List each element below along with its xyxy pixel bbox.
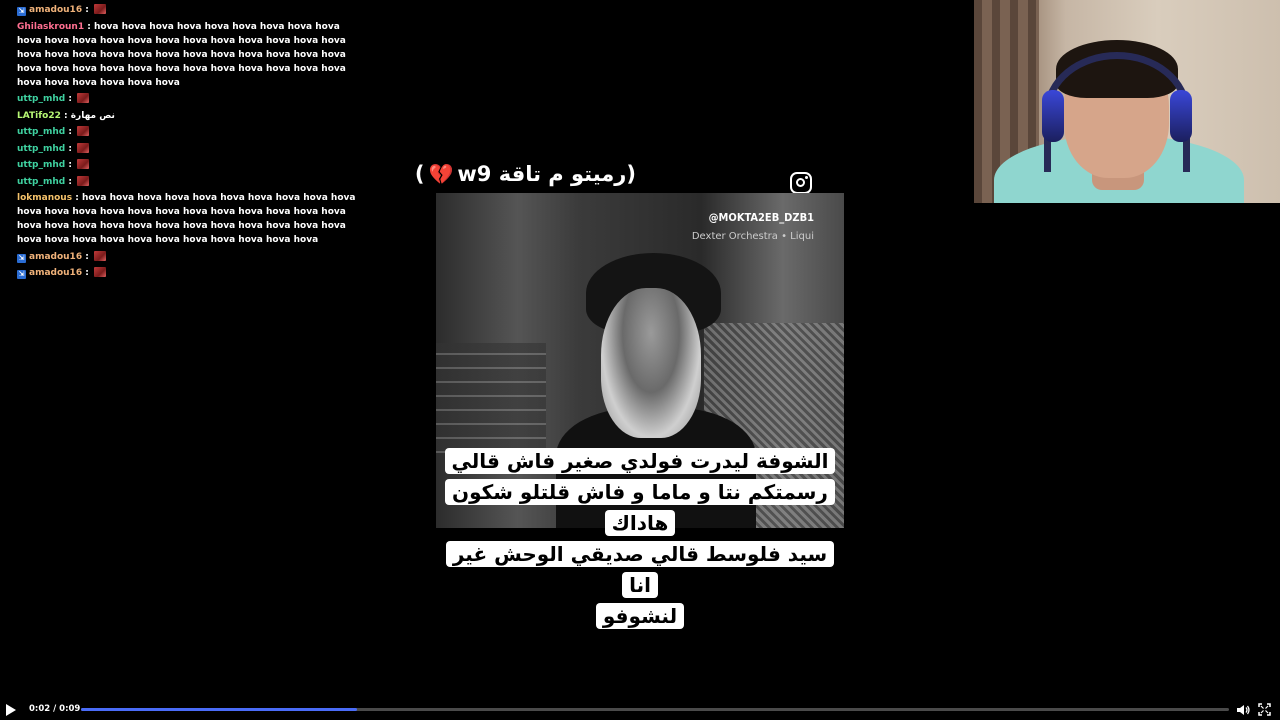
chat-username[interactable]: uttp_mhd — [17, 177, 65, 187]
subtitle-line: رسمتكم نتا و ماما و فاش قلتلو شكون هاداك — [436, 477, 844, 539]
chat-message: uttp_mhd : — [17, 175, 357, 189]
fullscreen-icon[interactable] — [1258, 703, 1271, 716]
emote-icon — [77, 142, 90, 153]
chat-username[interactable]: uttp_mhd — [17, 160, 65, 170]
caption-paren-close: ) — [414, 162, 425, 186]
chat-separator: : — [72, 193, 82, 203]
chat-message: ⇲ amadou16 : — [17, 266, 357, 280]
chat-separator: : — [65, 143, 76, 154]
chat-separator: : — [65, 160, 76, 170]
subtitle-line: الشوفة ليدرت فولدي صغير فاش قالي — [436, 446, 844, 477]
volume-icon[interactable] — [1236, 703, 1250, 717]
chat-username[interactable]: uttp_mhd — [17, 144, 65, 154]
chat-username[interactable]: lokmanous — [17, 193, 72, 203]
chat-username[interactable]: uttp_mhd — [17, 127, 65, 137]
caption-text: رميتو م تاقة w9 — [457, 162, 627, 186]
instagram-icon — [790, 172, 812, 194]
chat-message: ⇲ amadou16 : — [17, 3, 357, 17]
post-caption: ( رميتو م تاقة w9 💔 ) — [415, 158, 636, 190]
chat-username[interactable]: LATifo22 — [17, 111, 61, 121]
music-credit: Dexter Orchestra • Liqui — [691, 231, 814, 242]
progress-bar[interactable] — [81, 708, 1229, 711]
play-icon[interactable] — [6, 704, 16, 716]
chat-username[interactable]: amadou16 — [29, 5, 82, 15]
emote-icon — [77, 126, 90, 136]
watermark-handle: @MOKTA2EB_DZB1 — [708, 211, 814, 224]
chat-message: ⇲ amadou16 : — [17, 250, 357, 264]
chat-message: uttp_mhd : — [17, 158, 357, 172]
chat-username[interactable]: uttp_mhd — [17, 94, 65, 104]
chat-text: نص مهارة — [70, 110, 115, 121]
video-post: ( رميتو م تاقة w9 💔 ) @MOKTA2EB_DZB1 Dex… — [415, 158, 844, 629]
chat-separator: : — [65, 94, 76, 104]
progress-fill — [81, 708, 357, 711]
player-controls: 0:02 / 0:09 — [0, 700, 1280, 720]
emote-icon — [77, 159, 90, 169]
emote-icon — [93, 267, 106, 277]
chat-separator: : — [82, 251, 92, 262]
emote-icon — [93, 4, 106, 14]
chat-separator: : — [82, 5, 92, 15]
emote-icon — [77, 175, 90, 186]
chat-message: uttp_mhd : — [17, 125, 357, 139]
webcam-feed — [974, 0, 1280, 203]
chat-message: LATifo22 : نص مهارة — [17, 109, 357, 123]
chat-username[interactable]: Ghilaskroun1 — [17, 22, 84, 32]
chat-message: uttp_mhd : — [17, 92, 357, 106]
chat-separator: : — [65, 127, 76, 137]
chat-message: uttp_mhd : — [17, 142, 357, 156]
broken-heart-icon: 💔 — [428, 162, 454, 186]
subtitle-box: الشوفة ليدرت فولدي صغير فاش قالي رسمتكم … — [436, 446, 844, 632]
subtitle-line: لنشوفو — [436, 601, 844, 632]
time-display: 0:02 / 0:09 — [29, 704, 81, 714]
chat-separator: : — [82, 268, 92, 278]
chat-username[interactable]: amadou16 — [29, 268, 82, 278]
chat-separator: : — [84, 21, 94, 32]
emote-icon — [93, 250, 106, 261]
chat-separator: : — [60, 110, 71, 121]
subscriber-badge-icon: ⇲ — [17, 270, 26, 279]
chat-username[interactable]: amadou16 — [29, 252, 82, 262]
subscriber-badge-icon: ⇲ — [17, 253, 26, 263]
subscriber-badge-icon: ⇲ — [17, 7, 26, 16]
caption-paren-open: ( — [626, 162, 636, 186]
subtitle-line: سيد فلوسط قالي صديقي الوحش غير انا — [436, 539, 844, 601]
chat-overlay: ⇲ amadou16 : Ghilaskroun1 : hova hova hov… — [17, 3, 357, 283]
chat-message: lokmanous : hova hova hova hova hova hov… — [17, 191, 357, 247]
chat-message: Ghilaskroun1 : hova hova hova hova hova … — [17, 20, 357, 90]
chat-separator: : — [65, 176, 76, 187]
emote-icon — [77, 93, 90, 103]
